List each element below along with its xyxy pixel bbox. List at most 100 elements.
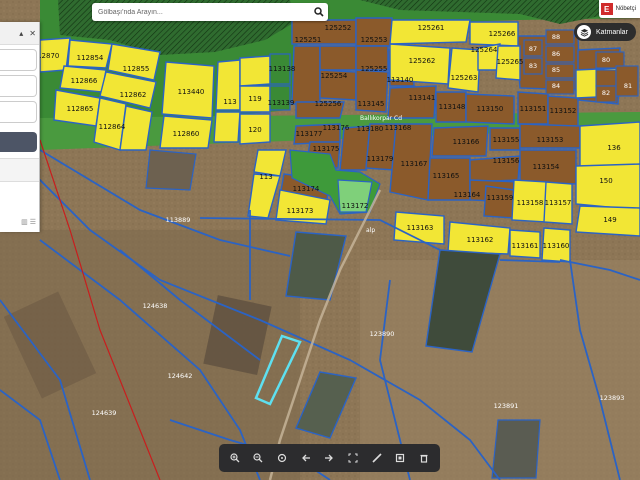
ruler-icon <box>372 453 382 463</box>
measure-button[interactable] <box>367 448 387 468</box>
road-label: alp <box>366 227 375 234</box>
parcel-label: 125263 <box>451 74 478 82</box>
parcel-label: 82 <box>602 89 610 97</box>
close-icon[interactable]: ✕ <box>29 29 36 38</box>
parcel-label: 113180 <box>357 125 384 133</box>
parcel-label: 113440 <box>178 88 205 96</box>
parcel-label: 113162 <box>467 236 494 244</box>
parcel-label: 112855 <box>123 65 150 73</box>
parcel-label: 125261 <box>418 24 445 32</box>
parcel-label: 86 <box>552 50 560 58</box>
parcel-label: 113158 <box>517 199 544 207</box>
parcel-label: 113889 <box>166 216 191 224</box>
parcel-label: 125251 <box>295 36 322 44</box>
fullscreen-icon <box>348 453 358 463</box>
parcel-label: 113168 <box>385 124 412 132</box>
panel-query-button[interactable] <box>0 132 37 152</box>
parcel-label: 80 <box>602 56 610 64</box>
parcel-label: 113159 <box>487 194 514 202</box>
zoom-in-icon <box>230 453 240 463</box>
parcel-label: 113153 <box>537 136 564 144</box>
nobetci-badge: E <box>600 3 613 15</box>
parcel-label: 125256 <box>315 100 342 108</box>
parcel-label: 113176 <box>323 124 350 132</box>
parcel-label: 120 <box>248 126 261 134</box>
parcel-label: 113139 <box>268 99 295 107</box>
parcel-label: 112860 <box>173 130 200 138</box>
layers-label: Katmanlar <box>596 28 628 36</box>
zoom-extent-button[interactable] <box>272 448 292 468</box>
parcel-label: 113 <box>259 173 272 181</box>
back-button[interactable] <box>296 448 316 468</box>
parcel-label: 113161 <box>512 242 539 250</box>
panel-field-2[interactable] <box>0 75 37 97</box>
parcel-label: 113138 <box>269 65 296 73</box>
side-panel: ▴ ✕ ▥ ☰ <box>0 22 40 232</box>
parcel-label: 113174 <box>293 185 320 193</box>
zoom-extent-icon <box>278 453 287 463</box>
parcel-label: 123890 <box>370 330 395 338</box>
collapse-icon[interactable]: ▴ <box>19 29 23 38</box>
zoom-out-button[interactable] <box>248 448 268 468</box>
panel-footer-icons[interactable]: ▥ ☰ <box>21 218 36 226</box>
print-button[interactable] <box>390 448 410 468</box>
parcel-label: 112866 <box>71 77 98 85</box>
parcel-label: 113157 <box>545 199 572 207</box>
panel-field-3[interactable] <box>0 101 37 123</box>
parcel-label: 113140 <box>387 76 414 84</box>
map-toolbar <box>219 444 440 472</box>
parcel-label: 125262 <box>409 57 436 65</box>
search-bar <box>92 3 328 21</box>
parcel-label: 124638 <box>143 302 168 310</box>
search-icon <box>314 7 324 17</box>
parcel-label: 112862 <box>120 91 147 99</box>
parcel-label: 113163 <box>407 224 434 232</box>
nobetci-label: Nöbetçi <box>615 6 636 12</box>
parcel-label: 125254 <box>321 72 348 80</box>
parcel-label: 113148 <box>439 103 466 111</box>
road-label: Ballıkorpar Cd <box>360 115 402 122</box>
delete-button[interactable] <box>414 448 434 468</box>
parcel-label: 150 <box>599 177 612 185</box>
parcel-label: 125266 <box>489 30 516 38</box>
parcel-label: 113154 <box>533 163 560 171</box>
layers-icon <box>577 25 591 39</box>
zoom-in-button[interactable] <box>225 448 245 468</box>
search-input[interactable] <box>92 3 310 21</box>
parcel-label: 125253 <box>361 36 388 44</box>
parcel-label: 113145 <box>358 100 385 108</box>
parcel-label: 87 <box>529 45 537 53</box>
search-button[interactable] <box>310 3 328 21</box>
parcel-label: 124642 <box>168 372 193 380</box>
parcel-label: 112864 <box>99 123 126 131</box>
arrow-left-icon <box>301 454 310 462</box>
parcel-label: 113150 <box>477 105 504 113</box>
panel-field-1[interactable] <box>0 49 37 71</box>
map-app: 112870 112854 112855 112866 112862 11286… <box>0 0 640 480</box>
parcel-label: 113156 <box>493 157 520 165</box>
nobetci-button[interactable]: E Nöbetçi <box>598 0 640 18</box>
parcel-label: 83 <box>529 62 537 70</box>
parcel-label: 113172 <box>342 202 369 210</box>
parcel-label: 113166 <box>453 138 480 146</box>
parcel-label: 113160 <box>543 242 570 250</box>
parcel-label: 85 <box>552 66 560 74</box>
parcel-label: 136 <box>607 144 621 152</box>
parcel-label: 119 <box>248 95 261 103</box>
parcel-label: 123891 <box>494 402 519 410</box>
parcel-label: 125252 <box>325 24 352 32</box>
layers-button[interactable]: Katmanlar <box>574 23 636 41</box>
panel-header: ▴ ✕ <box>0 22 39 45</box>
parcel-label: 112854 <box>77 54 104 62</box>
parcel-label: 123893 <box>600 394 625 402</box>
fullscreen-button[interactable] <box>343 448 363 468</box>
parcel-label: 84 <box>552 82 560 90</box>
parcel-label: 113 <box>223 98 236 106</box>
parcel-label: 113175 <box>313 145 340 153</box>
forward-button[interactable] <box>319 448 339 468</box>
parcel-label: 125255 <box>361 65 388 73</box>
zoom-out-icon <box>253 453 263 463</box>
parcel-label: 112865 <box>67 105 94 113</box>
map-canvas[interactable]: 112870 112854 112855 112866 112862 11286… <box>0 0 640 480</box>
parcel-label: 113155 <box>493 136 520 144</box>
